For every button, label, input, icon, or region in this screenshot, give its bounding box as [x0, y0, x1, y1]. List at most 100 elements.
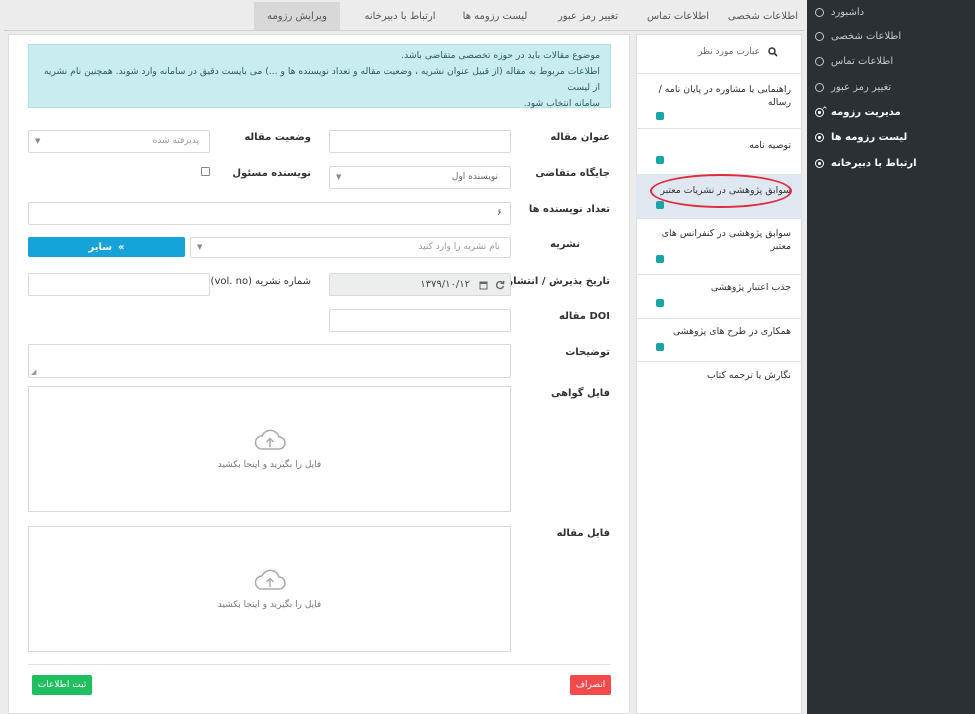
save-button[interactable]: ثبت اطلاعات	[32, 675, 92, 695]
description-textarea[interactable]: ◢	[28, 344, 511, 378]
alert-line: موضوع مقالات باید در حوزه تخصصی متقاضی ب…	[401, 50, 600, 61]
chevron-up-icon[interactable]: ⌃	[821, 106, 829, 116]
nav-item-label: لیست رزومه ها	[831, 131, 908, 143]
doi-input[interactable]	[329, 309, 511, 332]
alert-line: سامانه انتخاب شود.	[523, 98, 600, 109]
description-label: توضیحات	[565, 347, 610, 358]
annotation-highlight-ring	[650, 174, 792, 208]
authors-count-input[interactable]: ۶	[28, 202, 511, 225]
dropzone-text: فایل را بگیرید و اینجا بکشید	[217, 600, 322, 610]
position-select[interactable]: نویسنده اول ▼	[329, 166, 511, 189]
other-button-label: سایر	[88, 241, 113, 253]
circle-icon	[815, 82, 824, 92]
cloud-upload-icon	[254, 429, 286, 450]
category-item-recommendation[interactable]: توصیه نامه	[636, 128, 802, 174]
circle-icon	[815, 7, 824, 17]
tab-resume-list[interactable]: لیست رزومه ها	[450, 2, 540, 30]
tab-change-password[interactable]: تغییر رمز عبور	[540, 2, 636, 30]
dropzone-text: فایل را بگیرید و اینجا بکشید	[217, 460, 322, 470]
nav-item-label: ارتباط با دبیرخانه	[831, 157, 917, 169]
nav-item-contact-secretariat[interactable]: ارتباط با دبیرخانه	[815, 153, 965, 173]
tab-contact-secretariat[interactable]: ارتباط با دبیرخانه	[350, 2, 450, 30]
resize-handle-icon[interactable]: ◢	[31, 368, 36, 376]
cancel-button[interactable]: انصراف	[570, 675, 611, 695]
search-input[interactable]: عبارت مورد نظر	[698, 47, 760, 57]
category-label: راهنمایی یا مشاوره در پایان نامه / رساله	[658, 84, 791, 108]
info-alert: موضوع مقالات باید در حوزه تخصصی متقاضی ب…	[28, 44, 611, 109]
tabbar-divider	[4, 30, 804, 31]
circle-icon	[815, 158, 824, 168]
count-badge	[656, 255, 664, 263]
tab-label: لیست رزومه ها	[462, 10, 528, 22]
nav-item-label: تغییر رمز عبور	[831, 81, 892, 93]
position-value: نویسنده اول	[451, 172, 498, 182]
category-item-research-funding[interactable]: جذب اعتبار پژوهشی	[636, 274, 802, 318]
category-label: سوابق پژوهشی در کنفرانس های معتبر	[661, 228, 791, 252]
tab-contact-info[interactable]: اطلاعات تماس	[636, 2, 720, 30]
count-badge	[656, 299, 664, 307]
article-dropzone[interactable]: فایل را بگیرید و اینجا بکشید	[28, 526, 511, 652]
date-value: ۱۳۷۹/۱۰/۱۲	[420, 279, 470, 290]
tab-edit-resume[interactable]: ویرایش رزومه	[254, 2, 340, 30]
issue-label: شماره نشریه (vol. no)	[210, 276, 311, 287]
position-label: جایگاه متقاضی	[535, 168, 610, 179]
alert-line: اطلاعات مربوط به مقاله (از قبیل عنوان نش…	[43, 66, 600, 93]
circle-icon	[815, 56, 824, 66]
issue-input[interactable]	[28, 273, 210, 296]
status-select[interactable]: پذیرفته شده ▼	[28, 130, 210, 153]
journal-label: نشریه	[550, 239, 580, 250]
tab-label: ویرایش رزومه	[267, 10, 327, 22]
nav-item-contact-info[interactable]: اطلاعات تماس	[815, 51, 965, 71]
category-item-research-projects[interactable]: همکاری در طرح های پژوهشی	[636, 318, 802, 361]
count-badge	[656, 343, 664, 351]
certificate-file-label: فایل گواهی	[550, 388, 610, 399]
nav-item-resume-list[interactable]: لیست رزومه ها	[815, 127, 965, 147]
nav-item-label: داشبورد	[831, 6, 865, 18]
status-value: پذیرفته شده	[152, 136, 199, 146]
tab-label: اطلاعات تماس	[646, 10, 710, 22]
category-label: همکاری در طرح های پژوهشی	[672, 326, 791, 337]
other-journal-button[interactable]: سایر «	[28, 237, 185, 257]
circle-icon	[815, 132, 824, 142]
count-badge	[656, 201, 664, 209]
count-badge	[656, 112, 664, 120]
calendar-icon	[479, 281, 488, 290]
authors-count-value: ۶	[497, 208, 502, 218]
status-label: وضعیت مقاله	[244, 132, 311, 143]
tab-label: تغییر رمز عبور	[557, 10, 619, 22]
corresponding-checkbox[interactable]	[201, 167, 210, 176]
tab-label: ارتباط با دبیرخانه	[364, 10, 436, 22]
journal-select[interactable]: نام نشریه را وارد کنید ▼	[190, 237, 511, 258]
category-label: نگارش یا ترجمه کتاب	[706, 370, 791, 381]
category-label: جذب اعتبار پژوهشی	[710, 282, 791, 293]
corresponding-label: نویسنده مسئول	[232, 168, 311, 179]
category-search[interactable]: عبارت مورد نظر	[636, 40, 802, 64]
doi-label: DOI مقاله	[559, 311, 610, 322]
chevron-down-icon: ▼	[35, 137, 41, 145]
nav-item-label: اطلاعات شخصی	[831, 30, 902, 42]
tab-label: اطلاعات شخصی	[727, 10, 799, 22]
tab-personal-info[interactable]: اطلاعات شخصی	[720, 2, 806, 30]
category-item-book-writing[interactable]: نگارش یا ترجمه کتاب	[636, 361, 802, 389]
nav-item-label: اطلاعات تماس	[831, 55, 894, 67]
nav-item-change-password[interactable]: تغییر رمز عبور	[815, 77, 965, 97]
date-label: تاریخ پذیرش / انتشار	[507, 276, 610, 287]
title-input[interactable]	[329, 130, 511, 153]
sidebar-nav: داشبورد اطلاعات شخصی اطلاعات تماس تغییر …	[807, 0, 975, 714]
authors-count-label: تعداد نویسنده ها	[528, 204, 610, 215]
category-item-conference-research[interactable]: سوابق پژوهشی در کنفرانس های معتبر	[636, 218, 802, 274]
nav-item-dashboard[interactable]: داشبورد	[815, 2, 965, 22]
chevron-down-icon: ▼	[197, 243, 203, 251]
refresh-icon[interactable]	[495, 280, 505, 290]
article-file-label: فایل مقاله	[556, 528, 610, 539]
date-input[interactable]: ۱۳۷۹/۱۰/۱۲	[329, 273, 511, 296]
count-badge	[656, 156, 664, 164]
nav-item-personal-info[interactable]: اطلاعات شخصی	[815, 26, 965, 46]
certificate-dropzone[interactable]: فایل را بگیرید و اینجا بکشید	[28, 386, 511, 512]
circle-icon	[815, 31, 824, 41]
chevron-down-icon: ▼	[336, 173, 342, 181]
nav-item-resume-management[interactable]: مدیریت رزومه	[815, 102, 965, 122]
double-chevron-icon: «	[118, 241, 125, 253]
search-icon	[768, 47, 778, 57]
cloud-upload-icon	[254, 569, 286, 590]
